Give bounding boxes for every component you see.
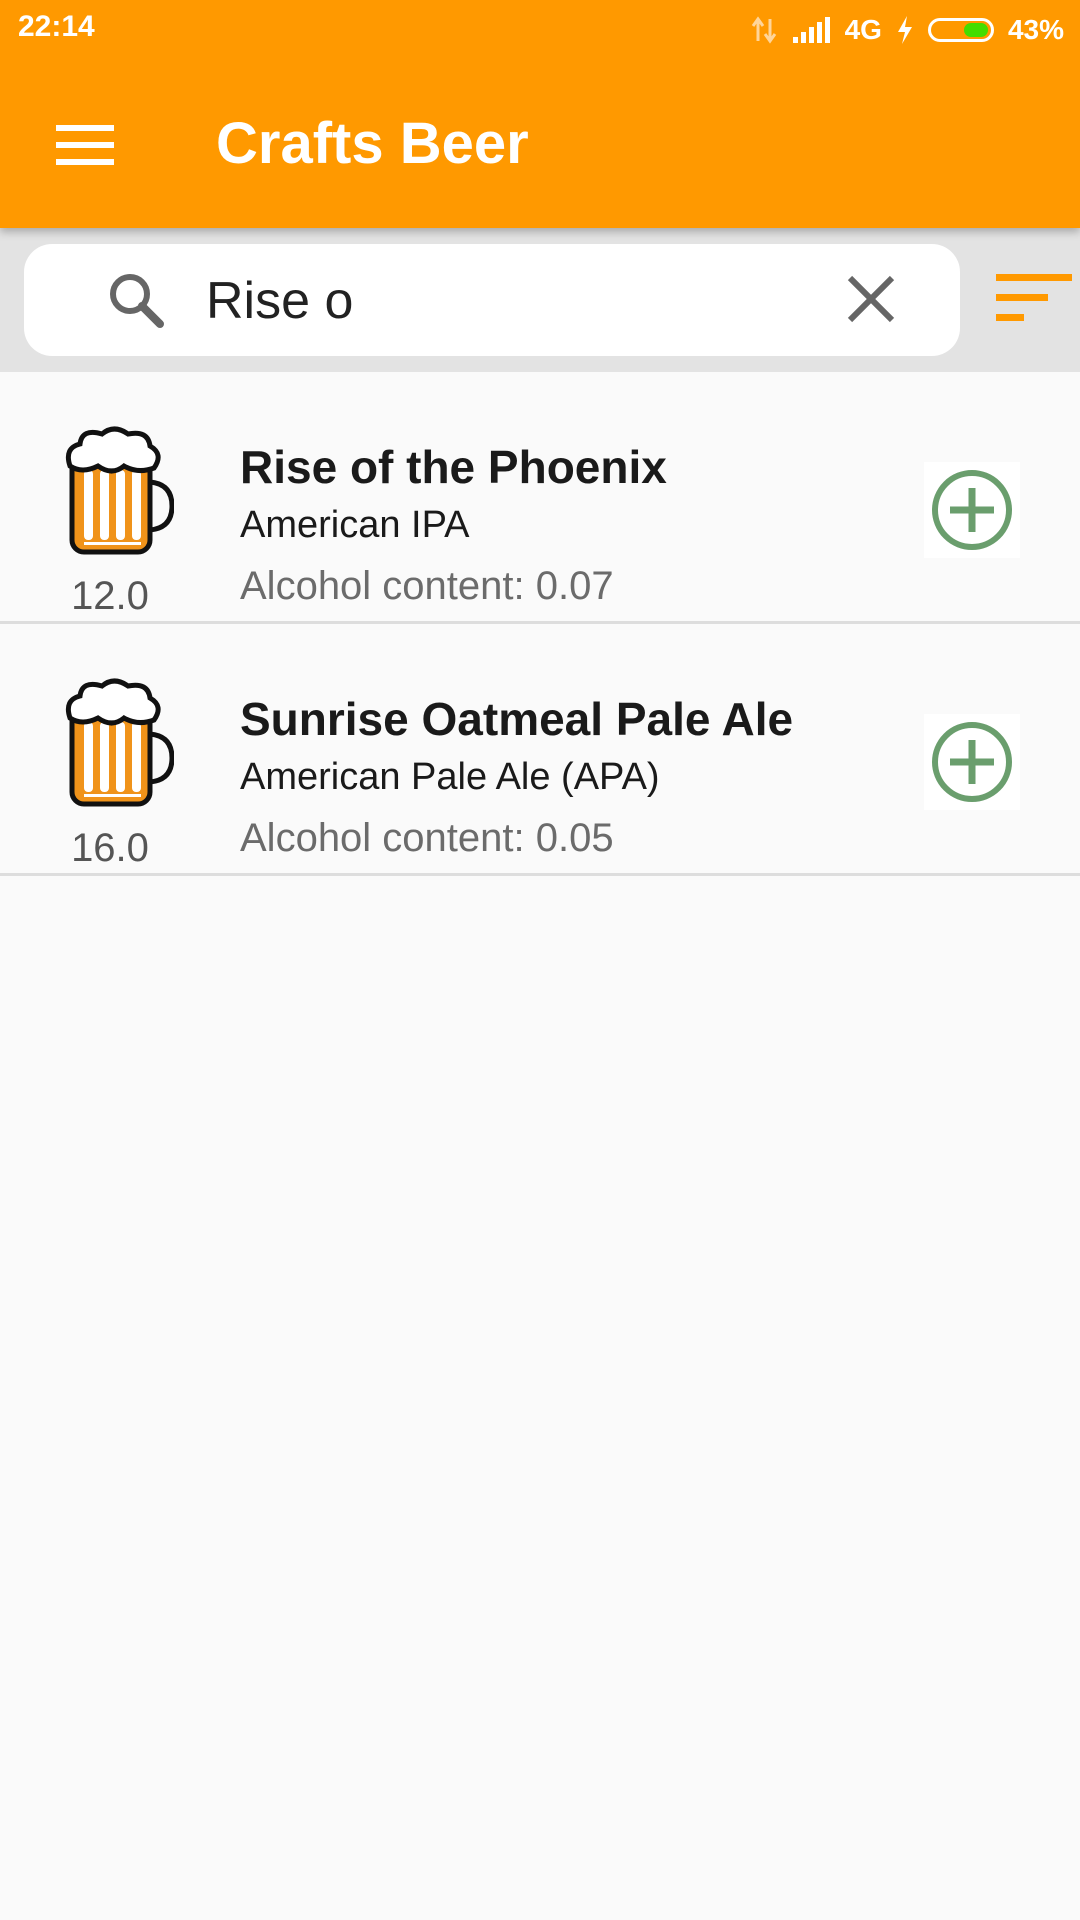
beer-mug-icon [65,678,174,807]
search-input[interactable] [204,264,808,338]
beer-style: American IPA [240,504,470,546]
beer-style: American Pale Ale (APA) [240,756,660,798]
clear-search-button[interactable] [836,264,906,334]
search-bar-area [0,228,1080,372]
beer-mug-icon [65,426,174,555]
add-beer-button[interactable] [924,462,1020,558]
beer-list: 12.0 Rise of the Phoenix American IPA Al… [0,372,1080,876]
search-box[interactable] [24,244,960,356]
search-icon [110,274,164,328]
charging-icon [897,16,912,44]
beer-alcohol-content: Alcohol content: 0.07 [240,564,614,608]
add-beer-button[interactable] [924,714,1020,810]
app-bar: 22:14 4G 43% Crafts Beer [0,0,1080,228]
list-item[interactable]: 12.0 Rise of the Phoenix American IPA Al… [0,372,1080,624]
menu-button[interactable] [40,100,130,190]
beer-name: Rise of the Phoenix [240,441,667,493]
beer-volume: 16.0 [71,826,149,870]
network-label: 4G [844,14,882,45]
beer-alcohol-content: Alcohol content: 0.05 [240,816,614,860]
status-indicators: 4G 43% [751,10,1064,50]
add-circle-icon [932,722,1012,802]
battery-percent: 43% [1007,14,1064,45]
page-title: Crafts Beer [216,111,529,176]
add-circle-icon [932,470,1012,550]
list-item[interactable]: 16.0 Sunrise Oatmeal Pale Ale American P… [0,624,1080,876]
hamburger-menu-icon [56,125,114,165]
sort-button[interactable] [988,270,1072,340]
beer-volume: 12.0 [71,574,149,618]
data-arrows-icon [751,16,776,44]
status-time: 22:14 [18,10,95,43]
signal-icon [792,17,830,43]
battery-icon [927,18,994,42]
beer-name: Sunrise Oatmeal Pale Ale [240,693,794,745]
